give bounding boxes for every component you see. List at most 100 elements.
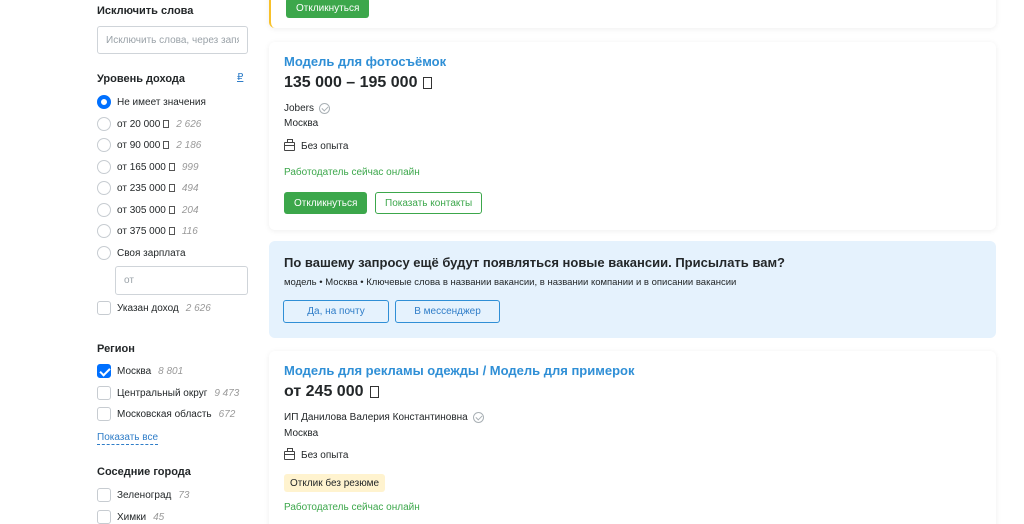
income-specified-label: Указан доход: [117, 302, 179, 314]
income-specified-checkbox-row[interactable]: Указан доход 2 626: [97, 300, 211, 316]
radio-icon[interactable]: [97, 224, 111, 238]
filters-sidebar: Исключить слова Уровень дохода ₽ Не имее…: [97, 0, 249, 524]
ruble-icon: [168, 227, 175, 235]
income-option-count: 2 186: [176, 139, 202, 151]
vacancy-salary: от 245 000: [284, 383, 379, 401]
income-option-235000[interactable]: от 235 000 494: [97, 180, 199, 196]
briefcase-icon: [284, 139, 295, 151]
ruble-icon: [423, 77, 433, 89]
briefcase-icon: [284, 448, 295, 460]
employer-online-status: Работодатель сейчас онлайн: [284, 167, 420, 178]
exclude-words-input[interactable]: [97, 26, 248, 54]
region-title: Регион: [97, 343, 135, 355]
vacancy-company: ИП Данилова Валерия Константиновна: [284, 412, 484, 423]
radio-icon[interactable]: [97, 117, 111, 131]
income-option-own-salary[interactable]: Своя зарплата: [97, 245, 186, 261]
checkbox-icon[interactable]: [97, 488, 111, 502]
respond-button[interactable]: Откликнуться: [284, 192, 368, 214]
vacancy-title-link[interactable]: Модель для фотосъёмок: [284, 54, 446, 69]
income-option-label: Не имеет значения: [117, 96, 206, 108]
neighbor-item-label: Зеленоград: [117, 489, 172, 501]
verified-check-icon: [472, 412, 484, 423]
vacancy-title-link[interactable]: Модель для рекламы одежды / Модель для п…: [284, 363, 634, 378]
region-item-label: Московская область: [117, 408, 212, 420]
vacancy-city: Москва: [284, 118, 319, 129]
subscribe-email-button[interactable]: Да, на почту: [283, 300, 389, 323]
exclude-words-title: Исключить слова: [97, 5, 194, 17]
respond-button[interactable]: Откликнуться: [286, 0, 370, 18]
income-option-count: 999: [181, 161, 199, 173]
experience-label: Без опыта: [301, 450, 349, 461]
vacancy-salary: 135 000 – 195 000: [284, 74, 433, 92]
income-option-label: от 305 000: [117, 204, 166, 216]
radio-icon[interactable]: [97, 203, 111, 217]
neighbor-item-count: 73: [178, 489, 190, 501]
subscribe-banner: По вашему запросу ещё будут появляться н…: [269, 241, 996, 338]
salary-value: от 245 000: [284, 383, 364, 400]
show-contacts-button[interactable]: Показать контакты: [375, 192, 483, 214]
ruble-icon: [163, 120, 170, 128]
checkbox-icon[interactable]: [97, 407, 111, 421]
neighbor-item-khimki[interactable]: Химки 45: [97, 509, 164, 524]
income-option-165000[interactable]: от 165 000 999: [97, 159, 199, 175]
income-option-90000[interactable]: от 90 000 2 186: [97, 137, 201, 153]
radio-selected-icon[interactable]: [97, 95, 111, 109]
region-item-moscow[interactable]: Москва 8 801: [97, 363, 183, 379]
income-option-305000[interactable]: от 305 000 204: [97, 202, 199, 218]
employer-online-status: Работодатель сейчас онлайн: [284, 502, 420, 513]
vacancy-company: Jobers: [284, 103, 331, 114]
region-item-label: Центральный округ: [117, 387, 208, 399]
neighbor-item-label: Химки: [117, 511, 147, 523]
verified-check-icon: [319, 103, 331, 114]
checkbox-checked-icon[interactable]: [97, 364, 111, 378]
region-item-count: 672: [218, 408, 236, 420]
salary-value: 135 000 – 195 000: [284, 74, 418, 91]
company-name-link[interactable]: Jobers: [284, 103, 314, 114]
region-item-count: 9 473: [214, 387, 240, 399]
region-item-moscow-oblast[interactable]: Московская область 672: [97, 406, 235, 422]
income-option-label: от 90 000: [117, 139, 161, 151]
income-option-count: 2 626: [176, 118, 202, 130]
income-level-title: Уровень дохода: [97, 73, 186, 85]
vacancy-card-previous: Откликнуться: [269, 0, 996, 28]
income-option-label: от 235 000: [117, 182, 166, 194]
ruble-icon: [168, 163, 175, 171]
vacancy-card: Модель для рекламы одежды / Модель для п…: [269, 351, 996, 524]
income-specified-count: 2 626: [185, 302, 211, 314]
income-option-label: от 20 000: [117, 118, 161, 130]
checkbox-icon[interactable]: [97, 301, 111, 315]
neighbor-cities-title: Соседние города: [97, 466, 191, 478]
ruble-icon: [163, 141, 170, 149]
own-salary-input[interactable]: [115, 266, 248, 295]
income-option-count: 494: [181, 182, 199, 194]
radio-icon[interactable]: [97, 181, 111, 195]
vacancy-card: Модель для фотосъёмок 135 000 – 195 000 …: [269, 42, 996, 230]
checkbox-icon[interactable]: [97, 510, 111, 524]
income-option-375000[interactable]: от 375 000 116: [97, 223, 198, 239]
company-name-link[interactable]: ИП Данилова Валерия Константиновна: [284, 412, 468, 423]
region-item-count: 8 801: [158, 365, 184, 377]
ruble-icon: [168, 206, 175, 214]
income-option-20000[interactable]: от 20 000 2 626: [97, 116, 201, 132]
income-option-label: от 165 000: [117, 161, 166, 173]
vacancy-city: Москва: [284, 428, 319, 439]
checkbox-icon[interactable]: [97, 386, 111, 400]
vacancy-experience: Без опыта: [284, 448, 349, 461]
income-option-label: Своя зарплата: [117, 247, 186, 259]
no-resume-badge: Отклик без резюме: [284, 474, 386, 492]
income-option-any[interactable]: Не имеет значения: [97, 94, 206, 110]
radio-icon[interactable]: [97, 246, 111, 260]
subscribe-query-summary: модель • Москва • Ключевые слова в назва…: [284, 277, 737, 288]
region-item-central-district[interactable]: Центральный округ 9 473: [97, 385, 239, 401]
currency-toggle-link[interactable]: ₽: [237, 72, 243, 83]
subscribe-messenger-button[interactable]: В мессенджер: [395, 300, 500, 323]
neighbor-item-zelenograd[interactable]: Зеленоград 73: [97, 487, 189, 503]
radio-icon[interactable]: [97, 160, 111, 174]
region-item-label: Москва: [117, 365, 152, 377]
vacancy-experience: Без опыта: [284, 139, 349, 152]
show-all-regions-link[interactable]: Показать все: [97, 432, 159, 445]
radio-icon[interactable]: [97, 138, 111, 152]
experience-label: Без опыта: [301, 141, 349, 152]
ruble-icon: [168, 184, 175, 192]
income-option-label: от 375 000: [117, 225, 166, 237]
